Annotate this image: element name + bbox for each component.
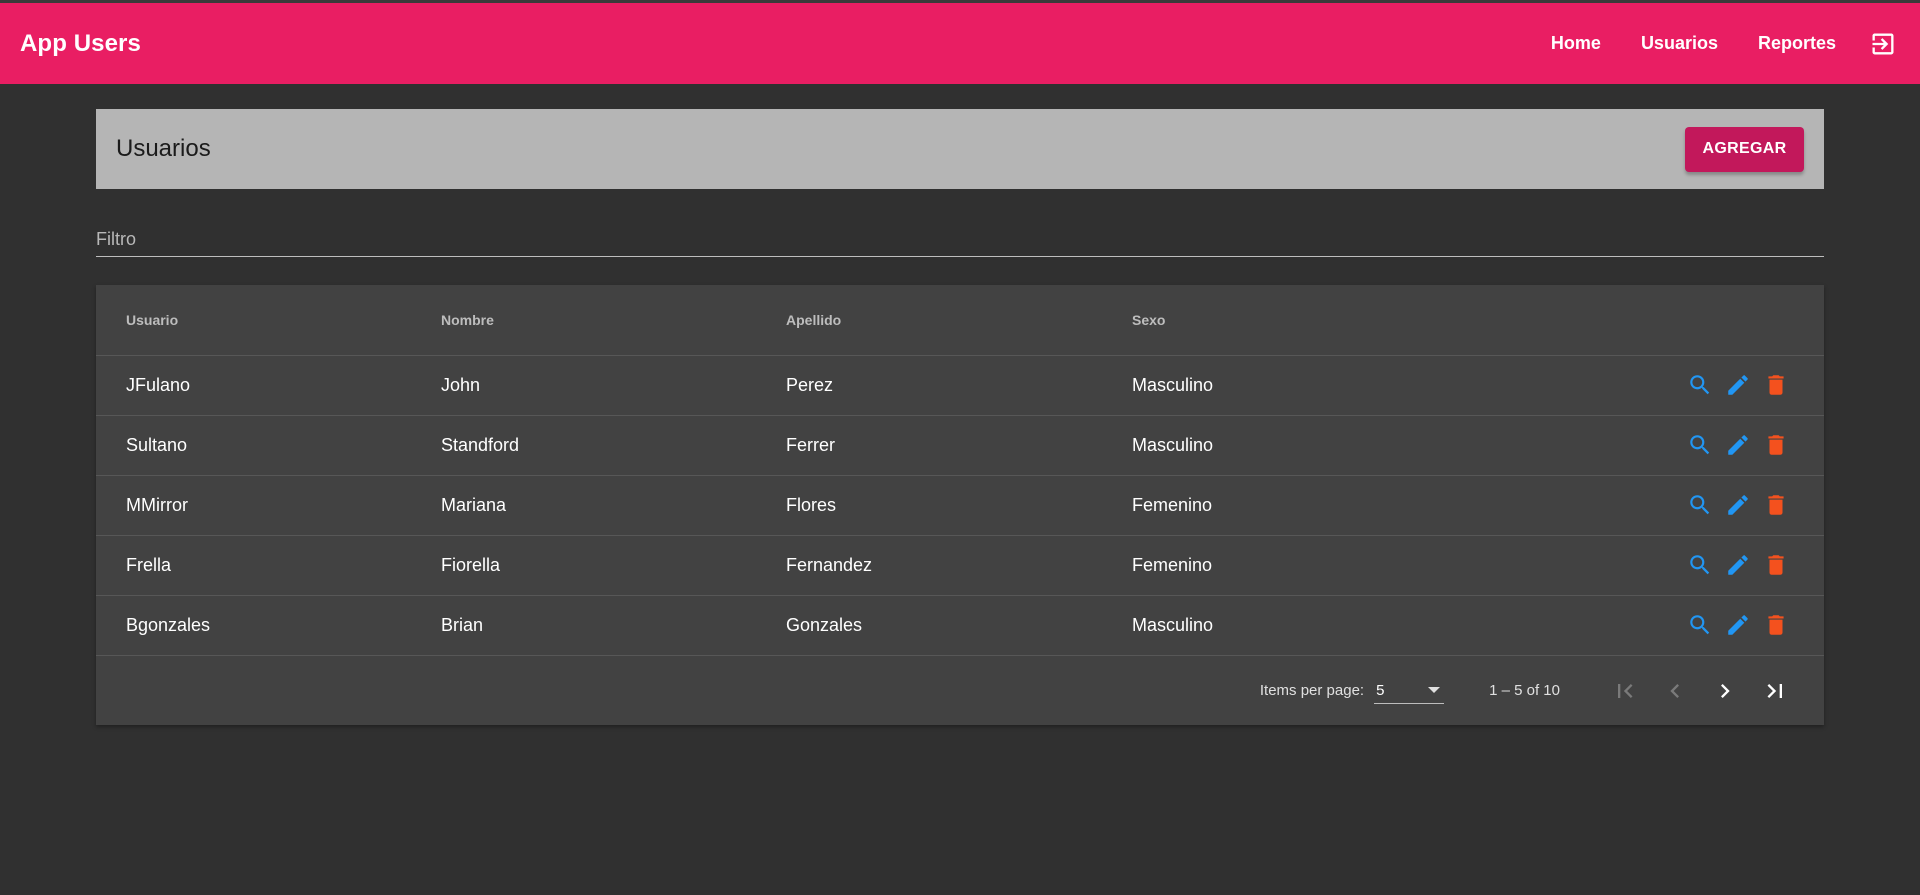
range-label: 1 – 5 of 10	[1489, 682, 1560, 699]
cell-nombre: Mariana	[441, 475, 786, 536]
cell-sexo: Masculino	[1132, 415, 1664, 476]
table-row: Bgonzales Brian Gonzales Masculino	[96, 595, 1824, 656]
edit-icon[interactable]	[1723, 430, 1753, 460]
table-row: MMirror Mariana Flores Femenino	[96, 475, 1824, 536]
last-page-icon	[1767, 683, 1782, 698]
cell-usuario: JFulano	[96, 355, 441, 416]
cell-sexo: Masculino	[1132, 595, 1664, 656]
main-nav: Home Usuarios Reportes	[1531, 3, 1900, 84]
nav-reportes[interactable]: Reportes	[1738, 3, 1856, 84]
paginator: Items per page: 5 1 – 5 of 10	[96, 656, 1824, 726]
logout-icon[interactable]	[1868, 29, 1898, 59]
cell-apellido: Gonzales	[786, 595, 1132, 656]
cell-apellido: Flores	[786, 475, 1132, 536]
table-header-row: Usuario Nombre Apellido Sexo	[96, 285, 1824, 356]
items-per-page-label: Items per page:	[1259, 682, 1365, 699]
users-table-card: Usuario Nombre Apellido Sexo JFulano John…	[96, 285, 1824, 725]
cell-sexo: Femenino	[1132, 535, 1664, 596]
cell-actions	[1664, 475, 1824, 536]
search-icon[interactable]	[1685, 430, 1715, 460]
cell-usuario: Bgonzales	[96, 595, 441, 656]
cell-nombre: Standford	[441, 415, 786, 476]
cell-nombre: John	[441, 355, 786, 416]
page-title: Usuarios	[116, 135, 211, 162]
table-row: Sultano Standford Ferrer Masculino	[96, 415, 1824, 476]
search-icon[interactable]	[1685, 370, 1715, 400]
add-button[interactable]: AGREGAR	[1685, 126, 1804, 172]
delete-icon[interactable]	[1761, 550, 1791, 580]
search-icon[interactable]	[1685, 550, 1715, 580]
cell-apellido: Ferrer	[786, 415, 1132, 476]
cell-sexo: Masculino	[1132, 355, 1664, 416]
delete-icon[interactable]	[1761, 370, 1791, 400]
cell-nombre: Brian	[441, 595, 786, 656]
filter-input[interactable]	[96, 224, 1824, 254]
last-page-button[interactable]	[1750, 666, 1800, 716]
edit-icon[interactable]	[1723, 550, 1753, 580]
search-icon[interactable]	[1685, 490, 1715, 520]
app-title: App Users	[20, 29, 141, 57]
users-table: Usuario Nombre Apellido Sexo JFulano John…	[96, 285, 1824, 656]
cell-actions	[1664, 595, 1824, 656]
cell-actions	[1664, 415, 1824, 476]
nav-usuarios[interactable]: Usuarios	[1621, 3, 1738, 84]
edit-icon[interactable]	[1723, 610, 1753, 640]
nav-home[interactable]: Home	[1531, 3, 1621, 84]
chevron-left-icon	[1670, 683, 1679, 698]
chevron-right-icon	[1721, 683, 1730, 698]
column-header-apellido[interactable]: Apellido	[786, 285, 1132, 356]
edit-icon[interactable]	[1723, 490, 1753, 520]
first-page-button[interactable]	[1600, 666, 1650, 716]
filter-field	[96, 224, 1824, 257]
delete-icon[interactable]	[1761, 430, 1791, 460]
column-header-usuario[interactable]: Usuario	[96, 285, 441, 356]
chevron-down-icon	[1428, 687, 1441, 693]
search-icon[interactable]	[1685, 610, 1715, 640]
page-header: Usuarios AGREGAR	[96, 109, 1824, 189]
next-page-button[interactable]	[1700, 666, 1750, 716]
table-row: JFulano John Perez Masculino	[96, 355, 1824, 416]
cell-usuario: Frella	[96, 535, 441, 596]
cell-usuario: Sultano	[96, 415, 441, 476]
previous-page-button[interactable]	[1650, 666, 1700, 716]
cell-actions	[1664, 535, 1824, 596]
page-size-value: 5	[1376, 681, 1385, 699]
edit-icon[interactable]	[1723, 370, 1753, 400]
table-row: Frella Fiorella Fernandez Femenino	[96, 535, 1824, 596]
column-header-nombre[interactable]: Nombre	[441, 285, 786, 356]
app-toolbar: App Users Home Usuarios Reportes	[0, 3, 1920, 84]
cell-actions	[1664, 355, 1824, 416]
cell-apellido: Perez	[786, 355, 1132, 416]
delete-icon[interactable]	[1761, 490, 1791, 520]
cell-sexo: Femenino	[1132, 475, 1664, 536]
cell-usuario: MMirror	[96, 475, 441, 536]
page-size-select[interactable]: 5	[1374, 678, 1445, 704]
column-header-actions	[1664, 285, 1824, 356]
column-header-sexo[interactable]: Sexo	[1132, 285, 1664, 356]
delete-icon[interactable]	[1761, 610, 1791, 640]
cell-nombre: Fiorella	[441, 535, 786, 596]
first-page-icon	[1618, 683, 1633, 698]
cell-apellido: Fernandez	[786, 535, 1132, 596]
